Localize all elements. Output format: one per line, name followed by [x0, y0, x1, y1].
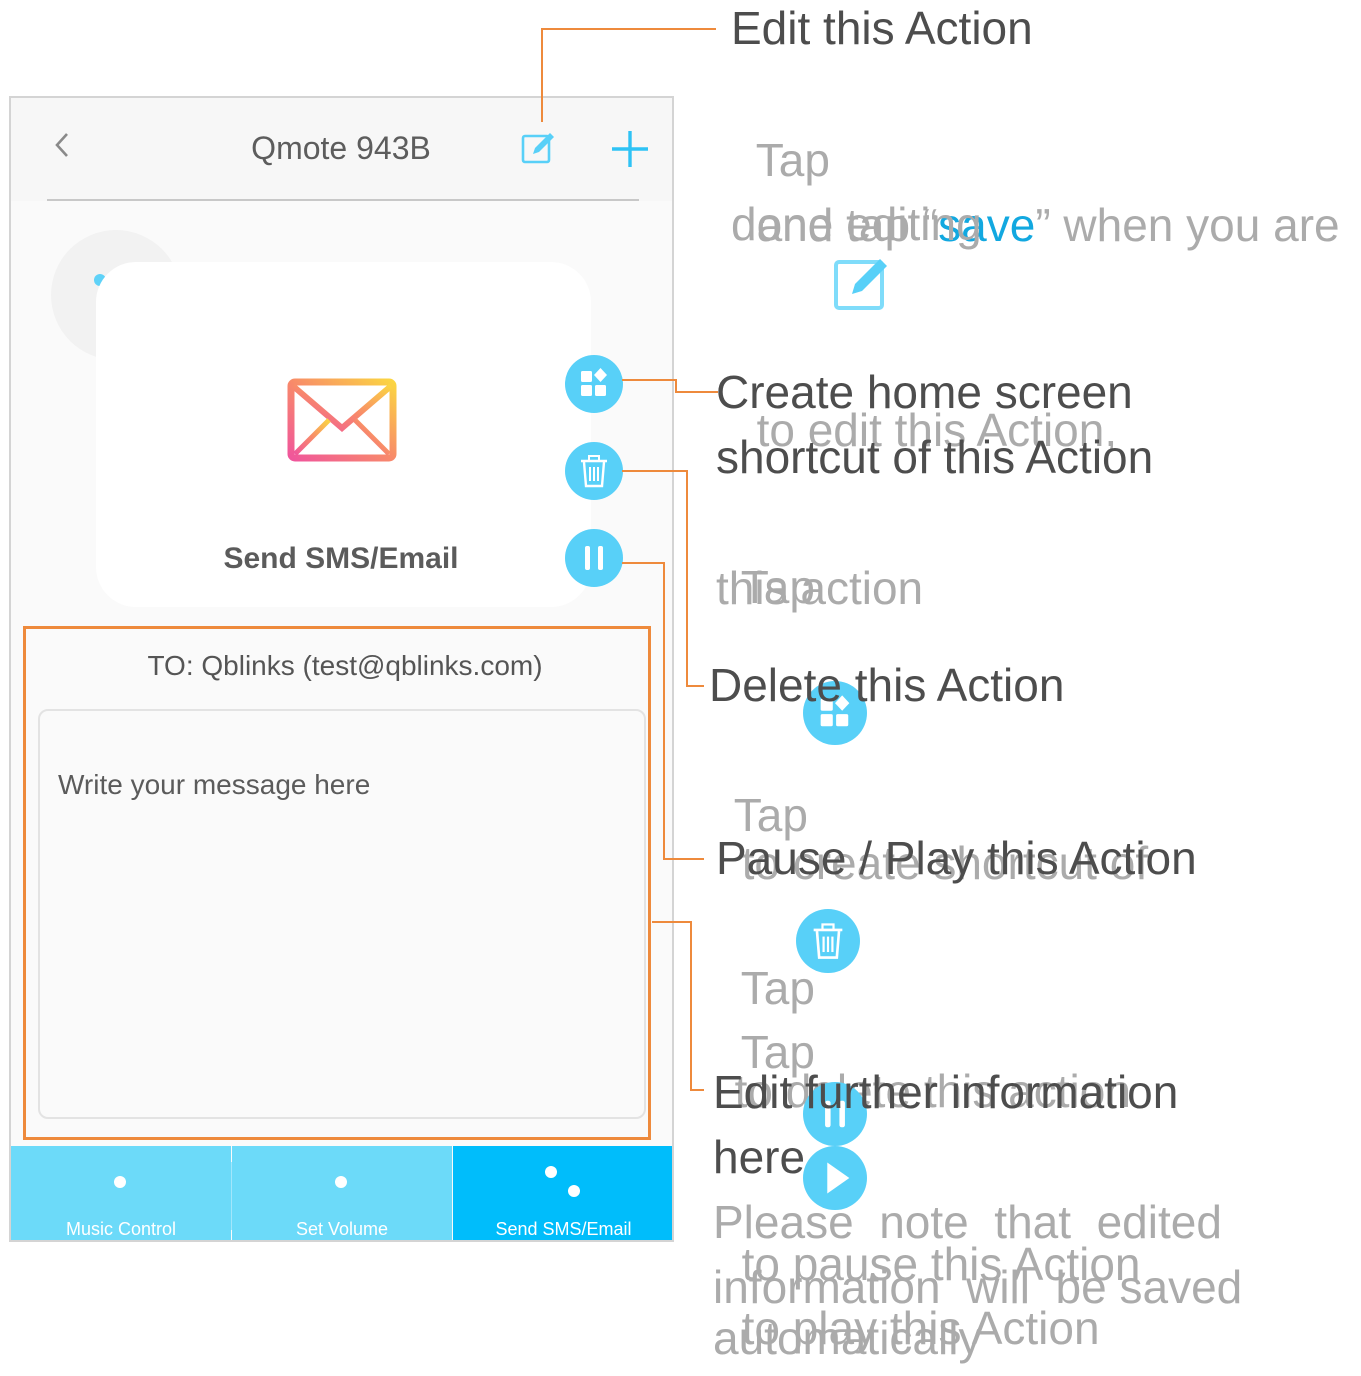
pause-button[interactable]: [565, 529, 623, 587]
tab-send-sms-email[interactable]: Send SMS/Email: [453, 1146, 672, 1240]
tab-dot: [335, 1176, 347, 1188]
tab-dot: [568, 1185, 580, 1197]
tab-label: Set Volume: [295, 1219, 389, 1239]
header-divider: [47, 199, 639, 201]
further-annotation-line1: Please note that edited: [713, 1196, 1222, 1248]
further-annotation-title2: here: [713, 1131, 806, 1183]
plus-icon: [612, 131, 648, 167]
edit-button[interactable]: [521, 130, 557, 166]
tab-label: Music Control: [65, 1219, 177, 1239]
add-button[interactable]: [609, 128, 651, 170]
shortcut-icon: [581, 368, 607, 396]
shortcut-annotation-title2: shortcut of this Action: [716, 431, 1154, 483]
text: ” when you are: [1035, 199, 1340, 251]
edit-icon: [521, 133, 554, 164]
edit-annotation-title: Edit this Action: [731, 2, 1033, 54]
tab-dot: [545, 1166, 557, 1178]
trash-icon: [581, 455, 607, 488]
pause-annotation-title: Pause / Play this Action: [716, 832, 1197, 884]
further-annotation-line3: automatically: [713, 1312, 982, 1364]
delete-annotation-title: Delete this Action: [709, 659, 1065, 711]
action-label: Send SMS/Email: [223, 542, 459, 575]
page-title: Qmote 943B: [251, 130, 431, 166]
shortcut-annotation-title1: Create home screen: [716, 366, 1133, 418]
pause-icon: [585, 546, 603, 570]
tab-label: Send SMS/Email: [495, 1219, 632, 1239]
delete-button[interactable]: [565, 442, 623, 500]
tab-music-control[interactable]: Music Control: [11, 1146, 231, 1240]
app-header: Qmote 943B: [11, 98, 672, 198]
tab-set-volume[interactable]: Set Volume: [232, 1146, 452, 1240]
tab-dot: [114, 1176, 126, 1188]
envelope-icon: [287, 378, 397, 464]
further-annotation-title1: Edit further information: [713, 1066, 1179, 1118]
bottom-tab-bar: Music Control Set Volume Send SMS/Email: [11, 1146, 672, 1240]
message-area-callout-box: [23, 626, 651, 1140]
shortcut-annotation-line2: this action: [716, 562, 924, 614]
edit-annotation-line3: done editing: [731, 198, 982, 250]
shortcut-button[interactable]: [565, 355, 623, 413]
